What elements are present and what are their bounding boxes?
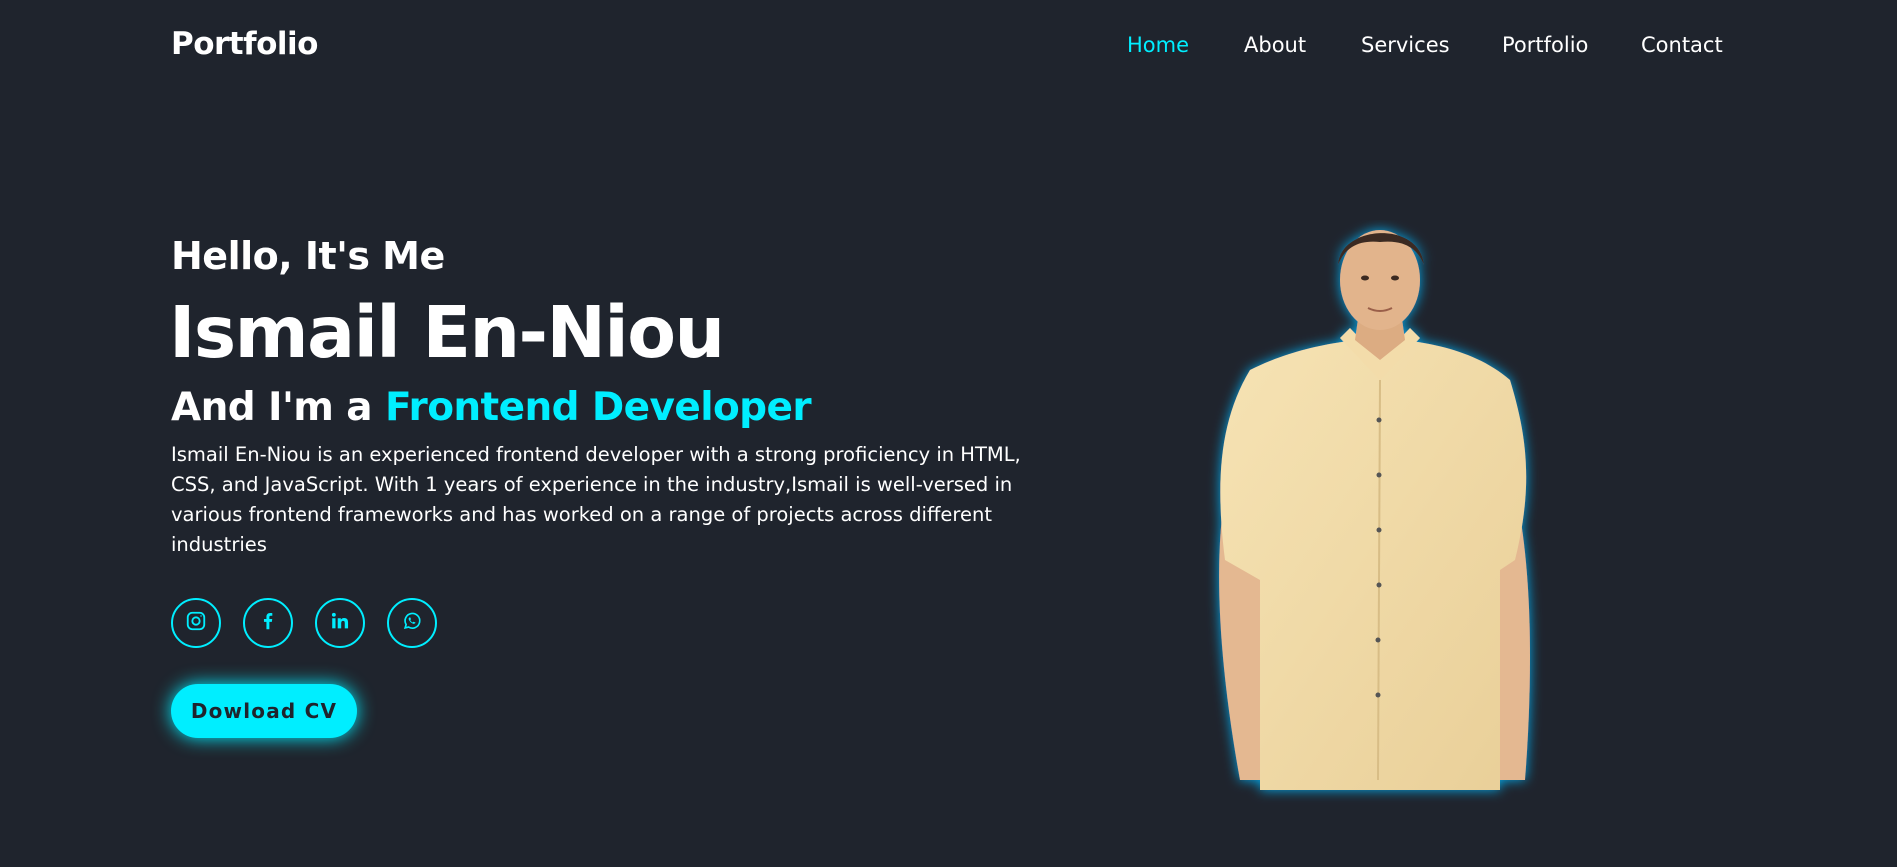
linkedin-icon [329, 610, 351, 636]
instagram-icon [185, 610, 207, 636]
hero-description: Ismail En-Niou is an experienced fronten… [171, 443, 1021, 556]
hero-name: Ismail En-Niou [169, 291, 725, 374]
hero-greeting: Hello, It's Me [171, 234, 445, 278]
nav-contact[interactable]: Contact [1641, 33, 1723, 57]
main-nav: Home About Services Portfolio Contact [0, 33, 1897, 63]
nav-home[interactable]: Home [1127, 33, 1189, 57]
nav-about[interactable]: About [1244, 33, 1306, 57]
role-accent: Frontend Developer [385, 385, 812, 430]
role-prefix: And I'm a [171, 385, 373, 430]
instagram-link[interactable] [171, 598, 221, 648]
nav-services[interactable]: Services [1361, 33, 1450, 57]
page: Portfolio Home About Services Portfolio … [0, 0, 1897, 867]
nav-portfolio[interactable]: Portfolio [1502, 33, 1588, 57]
facebook-link[interactable] [243, 598, 293, 648]
hero-role: And I'm a Frontend Developer [171, 385, 812, 430]
linkedin-link[interactable] [315, 598, 365, 648]
whatsapp-icon [401, 610, 423, 636]
download-cv-button[interactable]: Dowload CV [171, 684, 357, 738]
site-header: Portfolio Home About Services Portfolio … [0, 0, 1897, 95]
profile-image [1219, 230, 1530, 790]
whatsapp-link[interactable] [387, 598, 437, 648]
facebook-icon [257, 610, 279, 636]
